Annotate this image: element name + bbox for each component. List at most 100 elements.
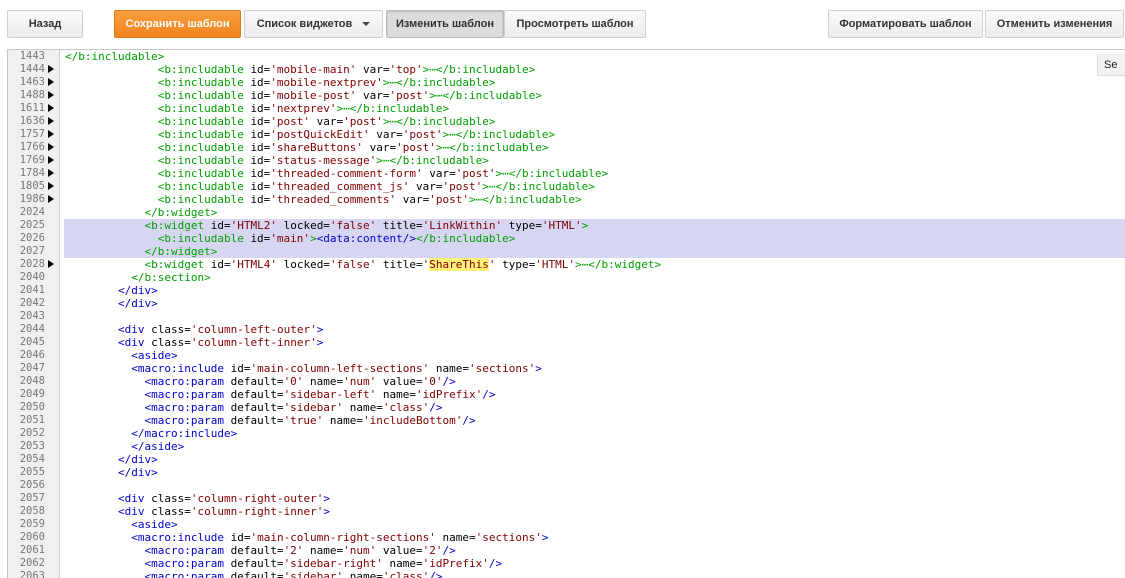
code-line[interactable]: 2046 <aside>	[8, 349, 1125, 362]
code-token: <div	[117, 323, 152, 336]
edit-template-button[interactable]: Изменить шаблон	[386, 10, 504, 38]
code-line[interactable]: 2045 <div class='column-left-inner'>	[8, 336, 1125, 349]
code-line[interactable]: 2060 <macro:include id='main-column-righ…	[8, 531, 1125, 544]
code-line[interactable]: 2028 <b:widget id='HTML4' locked='false'…	[8, 258, 1125, 271]
code-line[interactable]: 1805 <b:includable id='threaded_comment_…	[8, 180, 1125, 193]
format-template-button[interactable]: Форматировать шаблон	[828, 10, 983, 38]
code-token: </div>	[117, 297, 158, 310]
code-line[interactable]: 2057 <div class='column-right-outer'>	[8, 492, 1125, 505]
code-line[interactable]: 1766 <b:includable id='shareButtons' var…	[8, 141, 1125, 154]
code-token: </b:widget>	[144, 245, 218, 258]
widgets-list-dropdown[interactable]: Список виджетов	[244, 10, 383, 38]
fold-arrow-icon[interactable]	[48, 182, 54, 190]
code-token: >⋯</b:includable>	[442, 128, 556, 141]
fold-arrow-icon[interactable]	[48, 195, 54, 203]
code-line[interactable]: 1784 <b:includable id='threaded-comment-…	[8, 167, 1125, 180]
fold-arrow-icon[interactable]	[48, 130, 54, 138]
code-token: <div	[117, 505, 152, 518]
fold-arrow-icon[interactable]	[48, 117, 54, 125]
code-token: name=	[429, 362, 470, 375]
code-token: 'top'	[389, 63, 423, 76]
code-token: 'column-left-outer'	[190, 323, 317, 336]
code-line[interactable]: 2025 <b:widget id='HTML2' locked='false'…	[8, 219, 1125, 232]
code-token: id=	[210, 258, 231, 271]
code-line[interactable]: 1444 <b:includable id='mobile-main' var=…	[8, 63, 1125, 76]
code-line[interactable]: 2027 </b:widget>	[8, 245, 1125, 258]
code-line[interactable]: 2059 <aside>	[8, 518, 1125, 531]
fold-arrow-icon[interactable]	[48, 78, 54, 86]
fold-arrow-icon[interactable]	[48, 65, 54, 73]
code-line[interactable]: 2044 <div class='column-left-outer'>	[8, 323, 1125, 336]
code-token: id=	[250, 167, 271, 180]
code-token: />	[462, 414, 476, 427]
code-token: >	[323, 505, 330, 518]
code-text: <macro:param default='0' name='num' valu…	[65, 375, 455, 388]
code-line[interactable]: 2048 <macro:param default='0' name='num'…	[8, 375, 1125, 388]
code-line[interactable]: 2024 </b:widget>	[8, 206, 1125, 219]
code-line[interactable]: 2047 <macro:include id='main-column-left…	[8, 362, 1125, 375]
code-token: id=	[250, 115, 271, 128]
fold-arrow-icon[interactable]	[48, 143, 54, 151]
code-line[interactable]: 1769 <b:includable id='status-message'>⋯…	[8, 154, 1125, 167]
code-token: value=	[376, 544, 423, 557]
fold-arrow-icon[interactable]	[48, 91, 54, 99]
code-token: 'post'	[455, 167, 496, 180]
line-number: 2054	[19, 453, 45, 465]
code-line[interactable]: 2042 </div>	[8, 297, 1125, 310]
code-line[interactable]: 1636 <b:includable id='post' var='post'>…	[8, 115, 1125, 128]
code-line[interactable]: 1443 </b:includable>	[8, 50, 1125, 63]
search-match-highlight: ShareThis	[429, 258, 489, 271]
code-line[interactable]: 2043	[8, 310, 1125, 323]
code-token: id=	[250, 76, 271, 89]
line-number: 2026	[19, 232, 45, 244]
code-text: <b:includable id='mobile-main' var='top'…	[65, 63, 536, 76]
code-line[interactable]: 2054 </div>	[8, 453, 1125, 466]
fold-arrow-icon[interactable]	[48, 156, 54, 164]
code-token: <b:includable	[157, 141, 251, 154]
code-line[interactable]: 1488 <b:includable id='mobile-post' var=…	[8, 89, 1125, 102]
code-line[interactable]: 2058 <div class='column-right-inner'>	[8, 505, 1125, 518]
revert-changes-button[interactable]: Отменить изменения	[985, 10, 1124, 38]
code-token: </div>	[117, 453, 158, 466]
fold-arrow-icon[interactable]	[48, 260, 54, 268]
code-token: <b:includable	[157, 89, 251, 102]
code-text: <div class='column-left-outer'>	[65, 323, 323, 336]
fold-arrow-icon[interactable]	[48, 104, 54, 112]
back-button[interactable]: Назад	[7, 10, 83, 38]
code-line[interactable]: 1986 <b:includable id='threaded_comments…	[8, 193, 1125, 206]
code-line[interactable]: 2041 </div>	[8, 284, 1125, 297]
code-line[interactable]: 1463 <b:includable id='mobile-nextprev'>…	[8, 76, 1125, 89]
side-panel-tab[interactable]: Se	[1097, 54, 1125, 76]
code-token: class=	[151, 505, 191, 518]
line-number: 2062	[19, 557, 45, 569]
code-line[interactable]: 2050 <macro:param default='sidebar' name…	[8, 401, 1125, 414]
code-line[interactable]: 2062 <macro:param default='sidebar-right…	[8, 557, 1125, 570]
code-line[interactable]: 2052 </macro:include>	[8, 427, 1125, 440]
code-token: />	[488, 557, 503, 570]
code-line[interactable]: 1757 <b:includable id='postQuickEdit' va…	[8, 128, 1125, 141]
code-editor[interactable]: 1443 </b:includable> 1444 <b:includable id…	[7, 49, 1125, 578]
code-text: <aside>	[65, 349, 177, 362]
code-line[interactable]: 2061 <macro:param default='2' name='num'…	[8, 544, 1125, 557]
code-line[interactable]: 1611 <b:includable id='nextprev'>⋯</b:in…	[8, 102, 1125, 115]
code-token: 'true'	[283, 414, 324, 427]
code-token: </aside>	[131, 440, 185, 453]
fold-arrow-icon[interactable]	[48, 169, 54, 177]
code-token: 'sections'	[475, 531, 542, 544]
code-line[interactable]: 2049 <macro:param default='sidebar-left'…	[8, 388, 1125, 401]
code-line[interactable]: 2026 <b:includable id='main'><data:conte…	[8, 232, 1125, 245]
line-number: 1444	[19, 63, 45, 75]
code-line[interactable]: 2040 </b:section>	[8, 271, 1125, 284]
code-line[interactable]: 2053 </aside>	[8, 440, 1125, 453]
code-token: default=	[230, 414, 284, 427]
code-text: <div class='column-right-inner'>	[65, 505, 330, 518]
preview-template-button[interactable]: Просмотреть шаблон	[504, 10, 646, 38]
code-text: <b:includable id='shareButtons' var='pos…	[65, 141, 549, 154]
line-number: 1611	[19, 102, 45, 114]
code-line[interactable]: 2051 <macro:param default='true' name='i…	[8, 414, 1125, 427]
code-line[interactable]: 2056	[8, 479, 1125, 492]
save-template-button[interactable]: Сохранить шаблон	[114, 10, 241, 38]
code-line[interactable]: 2055 </div>	[8, 466, 1125, 479]
code-lines: 1443 </b:includable> 1444 <b:includable id…	[8, 50, 1125, 578]
code-text: <b:includable id='nextprev'>⋯</b:includa…	[65, 102, 449, 115]
